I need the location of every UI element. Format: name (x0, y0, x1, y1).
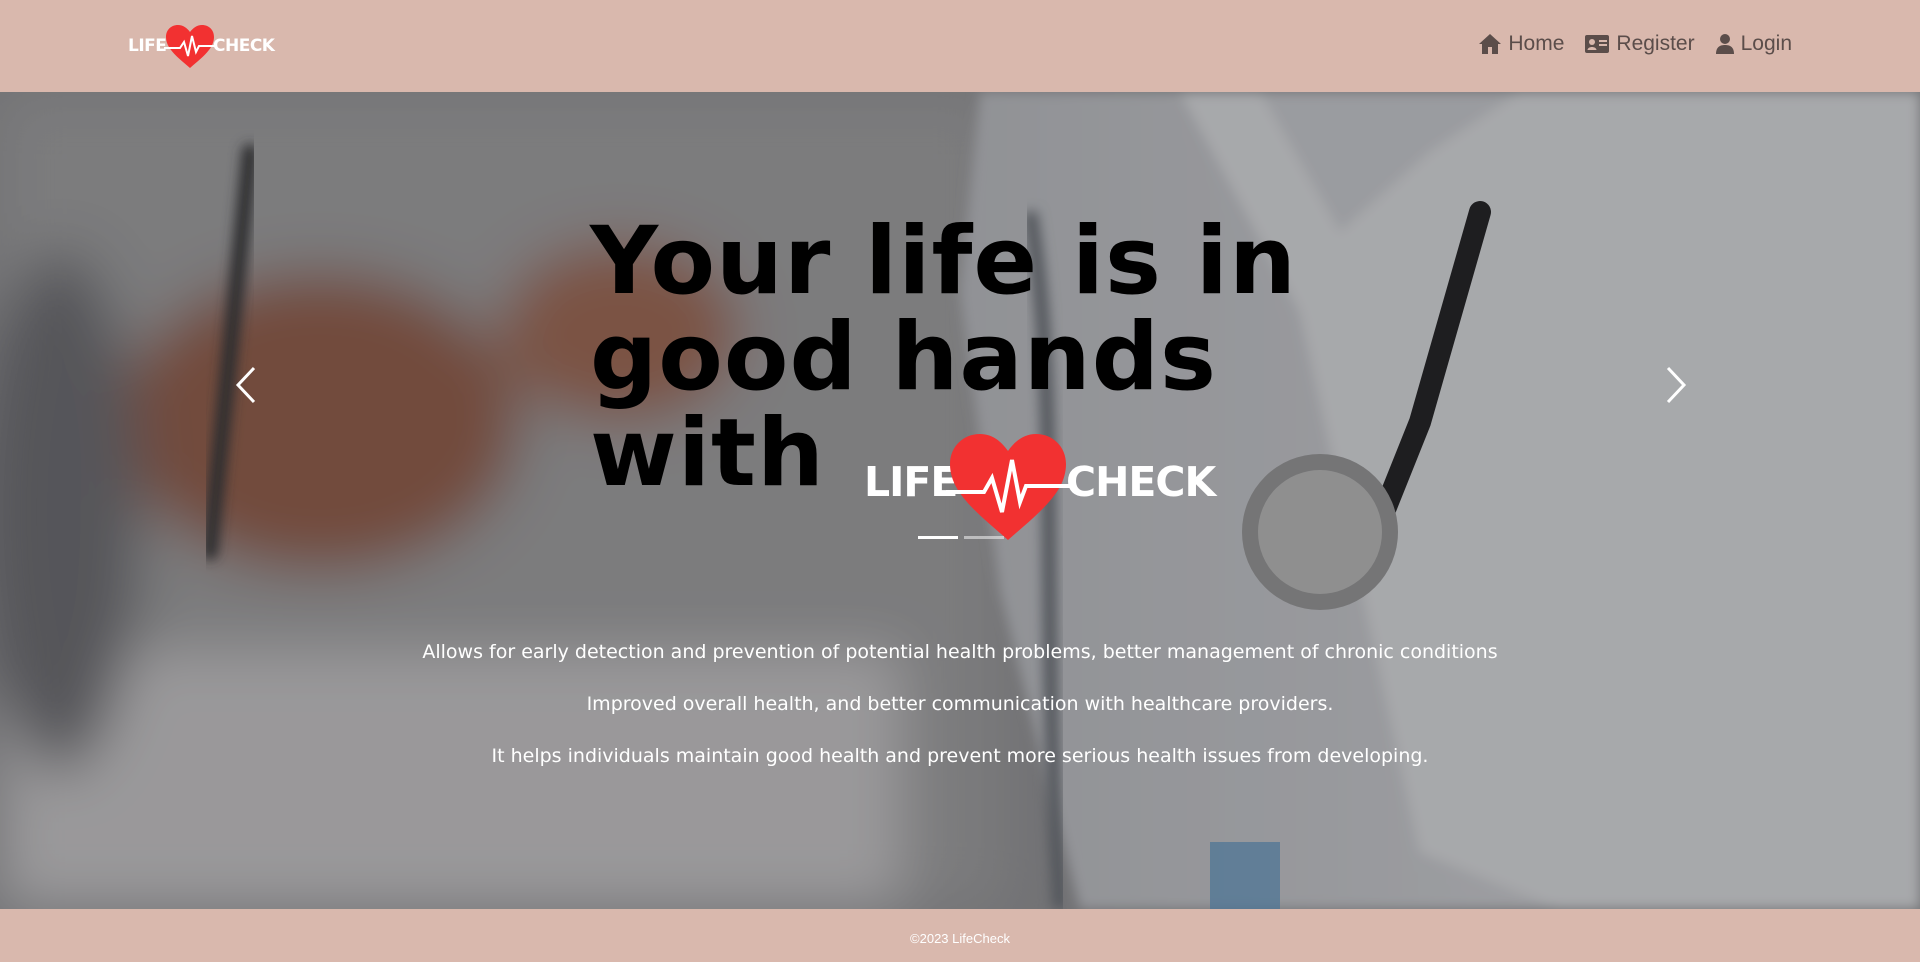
carousel-indicator-2[interactable] (964, 536, 1004, 539)
brand-logo[interactable]: LIFE CHECK (128, 24, 275, 70)
headline-line-1: Your life is in (590, 207, 1297, 316)
site-footer: ©2023 LifeCheck (0, 909, 1920, 962)
site-header: LIFE CHECK Home Register Login (0, 0, 1920, 92)
hero-brand-logo: LIFE CHECK (864, 432, 1216, 542)
user-icon (1715, 34, 1734, 54)
chevron-right-icon (1666, 366, 1687, 404)
carousel-indicators (918, 536, 1004, 539)
id-card-icon (1585, 35, 1610, 53)
hero-description-1: Allows for early detection and preventio… (422, 641, 1498, 663)
hero-logo-word-check: CHECK (1066, 458, 1216, 506)
home-icon (1479, 34, 1502, 54)
main-nav: Home Register Login (1478, 32, 1792, 56)
headline-line-2: good hands (590, 303, 1217, 412)
nav-login-link[interactable]: Login (1715, 32, 1792, 56)
hero-description-2: Improved overall health, and better comm… (586, 693, 1334, 715)
hero-logo-word-life: LIFE (864, 458, 958, 506)
heart-pulse-icon (164, 25, 216, 68)
nav-home-label: Home (1508, 32, 1565, 55)
hero-description-3: It helps individuals maintain good healt… (491, 745, 1429, 767)
nav-login-label: Login (1740, 32, 1792, 55)
nav-register-link[interactable]: Register (1584, 32, 1695, 56)
hero-carousel: Your life is in good hands with LIFE CHE… (0, 92, 1920, 909)
nav-register-label: Register (1616, 32, 1695, 55)
logo-word-life: LIFE (128, 36, 167, 56)
logo-word-check: CHECK (213, 36, 275, 56)
chevron-left-icon (235, 366, 256, 404)
footer-copyright: ©2023 LifeCheck (910, 931, 1010, 946)
carousel-prev-button[interactable] (226, 360, 266, 410)
heart-pulse-icon (946, 434, 1070, 540)
nav-home-link[interactable]: Home (1478, 32, 1564, 56)
carousel-indicator-1[interactable] (918, 536, 958, 539)
carousel-next-button[interactable] (1656, 360, 1696, 410)
